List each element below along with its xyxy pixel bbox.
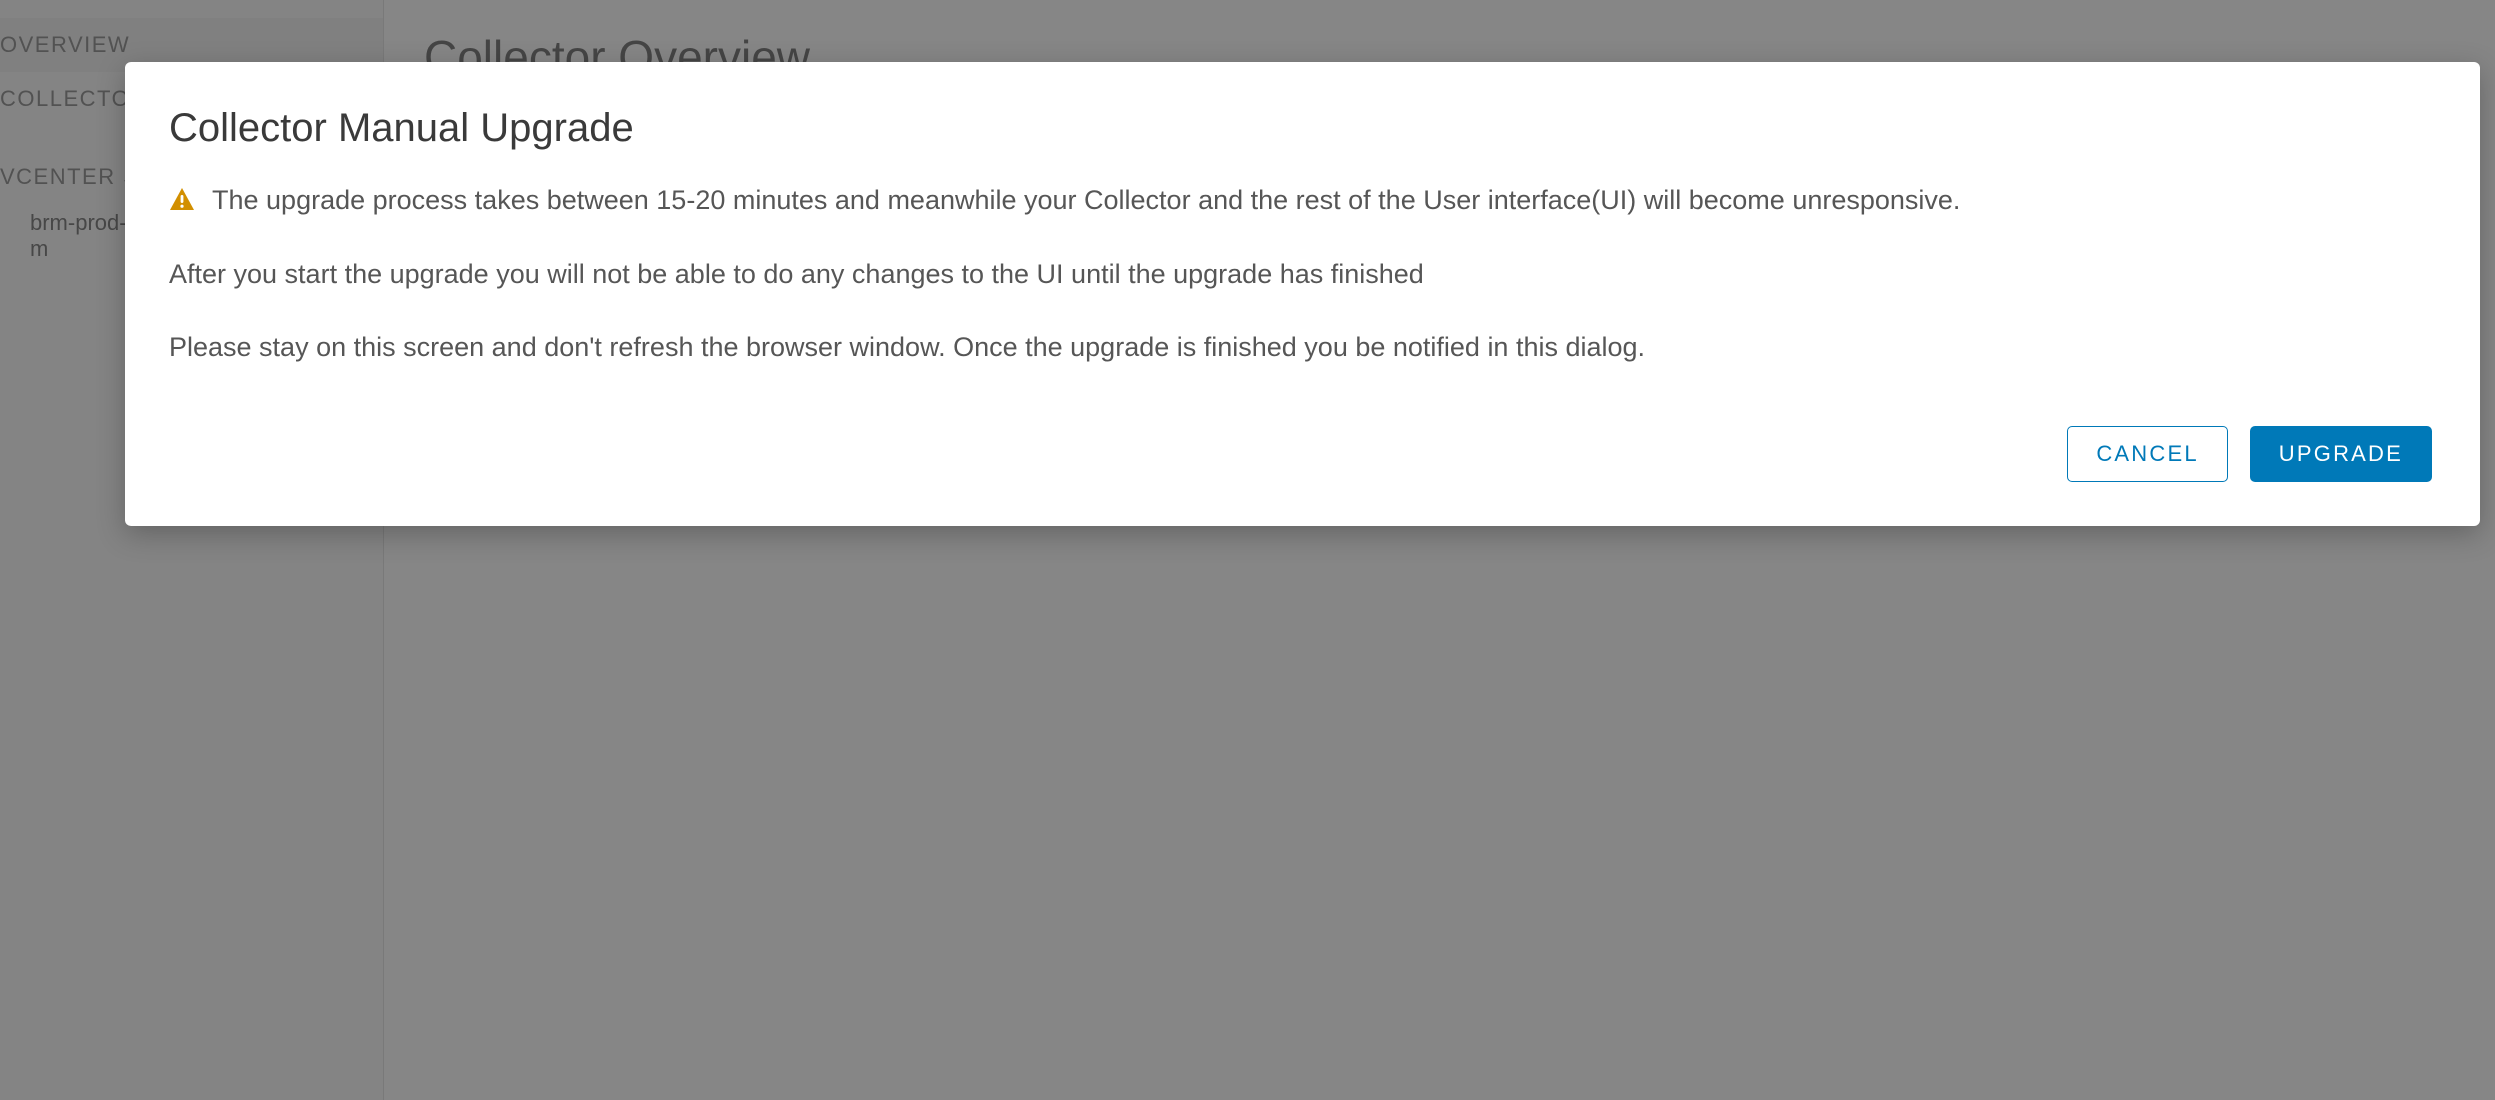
modal-paragraph-3: Please stay on this screen and don't ref… xyxy=(169,328,2432,366)
modal-footer: CANCEL UPGRADE xyxy=(169,426,2432,482)
modal-title: Collector Manual Upgrade xyxy=(169,106,2432,151)
upgrade-button[interactable]: UPGRADE xyxy=(2250,426,2432,482)
cancel-button[interactable]: CANCEL xyxy=(2067,426,2227,482)
modal-paragraph-2: After you start the upgrade you will not… xyxy=(169,255,2432,293)
modal-warning-text: The upgrade process takes between 15-20 … xyxy=(212,185,1960,215)
modal-body: The upgrade process takes between 15-20 … xyxy=(169,181,2432,366)
warning-icon xyxy=(169,183,195,221)
upgrade-modal: Collector Manual Upgrade The upgrade pro… xyxy=(125,62,2480,526)
modal-backdrop: Collector Manual Upgrade The upgrade pro… xyxy=(0,0,2495,1100)
